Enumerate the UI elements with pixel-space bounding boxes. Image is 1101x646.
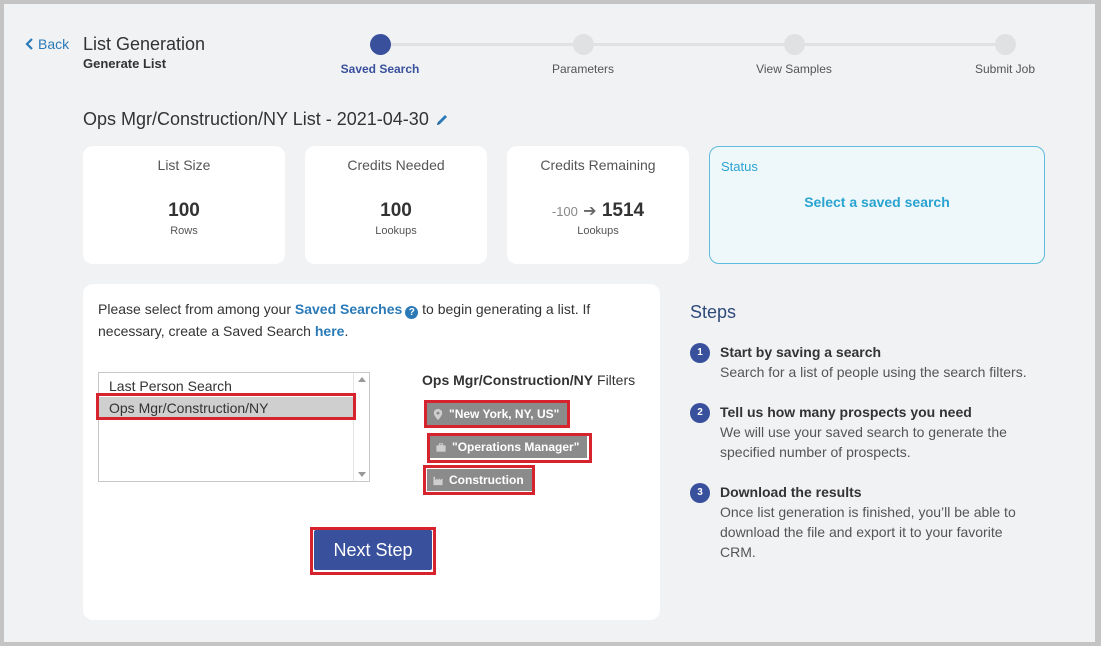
arrow-right-icon: ➔ — [583, 203, 597, 220]
stepper-track — [380, 43, 1005, 46]
pencil-icon[interactable] — [435, 113, 449, 127]
back-label: Back — [38, 36, 70, 52]
guide-step-3: 3 Download the results Once list generat… — [690, 482, 1035, 562]
credits-needed-value: 100 — [380, 200, 412, 221]
scroll-up-icon[interactable] — [358, 377, 366, 382]
wizard-stepper: Saved Search Parameters View Samples Sub… — [341, 34, 1035, 84]
saved-search-listbox[interactable]: Last Person Search Ops Mgr/Construction/… — [98, 372, 370, 482]
intro-text-part: . — [344, 323, 349, 339]
filters-suffix: Filters — [593, 372, 636, 388]
guide-step-description: We will use your saved search to generat… — [720, 424, 1007, 460]
step-dot — [994, 34, 1016, 55]
scroll-down-icon[interactable] — [358, 472, 366, 477]
credits-needed-unit: Lookups — [375, 225, 417, 237]
filter-chip-industry: Construction — [427, 469, 532, 491]
filter-chip-job-title: "Operations Manager" — [430, 436, 588, 458]
list-size-value: 100 — [168, 200, 200, 221]
status-caption: Status — [721, 159, 758, 174]
credits-needed-card: Credits Needed 100 Lookups — [305, 146, 487, 264]
step-dot — [369, 34, 391, 55]
filter-chip-label: "New York, NY, US" — [449, 407, 560, 421]
filters-title: Ops Mgr/Construction/NY Filters — [422, 372, 635, 388]
list-name-text: Ops Mgr/Construction/NY List - 2021-04-3… — [83, 109, 429, 129]
guide-step-1: 1 Start by saving a search Search for a … — [690, 342, 1035, 382]
step-number-badge: 1 — [690, 343, 710, 363]
help-icon[interactable]: ? — [405, 306, 419, 319]
listbox-scrollbar[interactable] — [353, 373, 369, 481]
steps-title: Steps — [690, 302, 737, 322]
guide-step-2: 2 Tell us how many prospects you need We… — [690, 402, 1035, 462]
chevron-left-icon — [25, 38, 33, 50]
saved-search-panel: Please select from among your Saved Sear… — [83, 284, 660, 620]
list-size-card: List Size 100 Rows — [83, 146, 285, 264]
credits-needed-caption: Credits Needed — [347, 157, 445, 173]
location-pin-icon — [433, 408, 443, 420]
step-number-badge: 3 — [690, 483, 710, 503]
saved-searches-link[interactable]: Saved Searches — [295, 301, 402, 317]
step-label: View Samples — [756, 62, 832, 76]
back-link[interactable]: Back — [24, 36, 69, 52]
status-card: Status Select a saved search — [709, 146, 1045, 264]
step-dot — [783, 34, 805, 55]
step-dot — [572, 34, 594, 55]
here-link[interactable]: here — [315, 323, 345, 339]
credits-remaining-card: Credits Remaining -100 ➔ 1514 Lookups — [507, 146, 689, 264]
wizard-step-parameters[interactable]: Parameters — [523, 34, 643, 76]
saved-search-option-selected[interactable]: Ops Mgr/Construction/NY — [99, 397, 353, 419]
filter-chip-location: "New York, NY, US" — [427, 403, 568, 425]
guide-step-heading: Tell us how many prospects you need — [720, 404, 972, 420]
filter-chip-label: Construction — [449, 473, 524, 487]
filter-chip-label: "Operations Manager" — [452, 440, 580, 454]
wizard-step-view-samples[interactable]: View Samples — [734, 34, 854, 76]
credits-remaining-caption: Credits Remaining — [540, 157, 656, 173]
factory-icon — [433, 476, 443, 485]
guide-step-description: Search for a list of people using the se… — [720, 364, 1027, 380]
step-number-badge: 2 — [690, 403, 710, 423]
intro-text-part: Please select from among your — [98, 301, 295, 317]
page-title: List Generation — [83, 34, 206, 54]
next-step-button[interactable]: Next Step — [314, 530, 432, 570]
wizard-step-saved-search[interactable]: Saved Search — [320, 34, 440, 76]
list-size-unit: Rows — [170, 225, 198, 237]
guide-step-heading: Download the results — [720, 484, 862, 500]
briefcase-icon — [436, 442, 446, 452]
list-size-caption: List Size — [157, 157, 211, 173]
guide-step-heading: Start by saving a search — [720, 344, 882, 360]
wizard-step-submit-job[interactable]: Submit Job — [945, 34, 1065, 76]
credits-remaining-value-row: -100 ➔ 1514 — [507, 200, 689, 222]
saved-search-option[interactable]: Last Person Search — [99, 375, 353, 397]
step-label: Parameters — [551, 62, 615, 76]
credits-remaining-value: 1514 — [601, 200, 645, 221]
filters-search-name: Ops Mgr/Construction/NY — [422, 372, 594, 388]
step-label: Saved Search — [340, 62, 420, 76]
step-label: Submit Job — [974, 62, 1036, 76]
status-value: Select a saved search — [804, 194, 950, 210]
credits-remaining-unit: Lookups — [577, 225, 619, 237]
intro-text: Please select from among your Saved Sear… — [98, 298, 628, 342]
guide-step-description: Once list generation is finished, you’ll… — [720, 504, 1016, 560]
list-name-heading: Ops Mgr/Construction/NY List - 2021-04-3… — [83, 109, 449, 130]
page-subtitle: Generate List — [83, 56, 167, 71]
credits-delta: -100 — [551, 204, 578, 219]
